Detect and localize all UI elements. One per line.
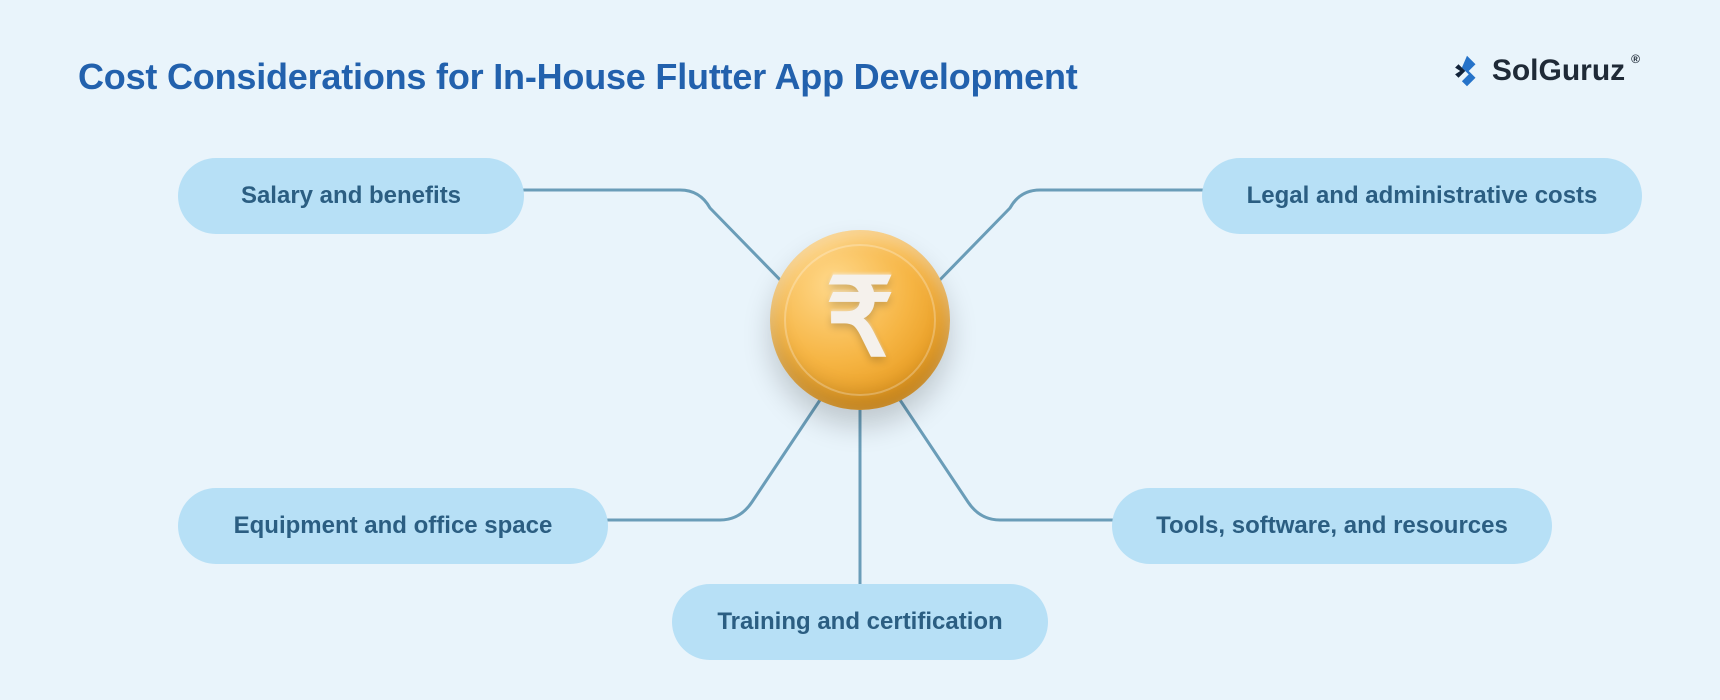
node-legal-admin: Legal and administrative costs — [1202, 158, 1642, 234]
brand: SolGuruz ® — [1450, 54, 1642, 88]
solguruz-logo-icon — [1450, 54, 1484, 88]
node-tools-software: Tools, software, and resources — [1112, 488, 1552, 564]
node-equipment-office: Equipment and office space — [178, 488, 608, 564]
brand-name: SolGuruz — [1492, 54, 1625, 88]
rupee-glyph: ₹ — [826, 255, 895, 381]
diagram-canvas: ₹ Salary and benefits Legal and administ… — [0, 130, 1720, 690]
rupee-coin-icon: ₹ — [770, 230, 950, 410]
brand-registered: ® — [1631, 52, 1640, 66]
node-training-cert: Training and certification — [672, 584, 1048, 660]
diagram-title: Cost Considerations for In-House Flutter… — [78, 56, 1078, 98]
node-salary-benefits: Salary and benefits — [178, 158, 524, 234]
